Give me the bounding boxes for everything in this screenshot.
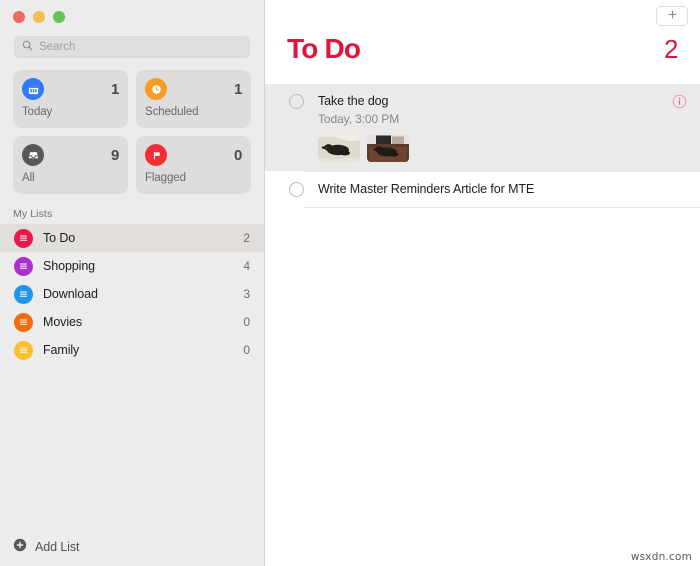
attachment-thumbnail[interactable] <box>318 135 360 163</box>
reminder-row[interactable]: Write Master Reminders Article for MTE <box>265 172 700 207</box>
list-item-count: 0 <box>243 315 250 329</box>
list-icon <box>14 256 33 276</box>
page-title: To Do <box>287 33 361 64</box>
plus-icon <box>667 7 678 25</box>
content-pane: To Do 2 Take the dog Today, 3:00 PM Writ… <box>265 0 700 566</box>
plus-circle-icon <box>13 538 27 557</box>
window-controls <box>0 0 264 30</box>
watermark: wsxdn.com <box>630 551 692 563</box>
smart-card-count: 1 <box>110 80 119 98</box>
smart-card-label: All <box>22 172 35 184</box>
content-header: To Do 2 <box>265 28 700 80</box>
reminder-count: 2 <box>664 34 678 64</box>
list-item-movies[interactable]: Movies 0 <box>0 308 264 336</box>
smart-card-top: 1 <box>145 78 242 100</box>
list-icon <box>14 284 33 304</box>
list-item-count: 4 <box>243 259 250 273</box>
smart-card-today[interactable]: 1 Today <box>13 70 128 128</box>
minimize-button[interactable] <box>33 11 45 23</box>
info-circle-icon[interactable] <box>672 94 688 110</box>
list-item-count: 0 <box>243 343 250 357</box>
smart-card-count: 9 <box>110 146 119 164</box>
add-list-button[interactable]: Add List <box>0 528 265 566</box>
reminder-body: Take the dog Today, 3:00 PM <box>318 93 672 163</box>
smart-card-label: Today <box>22 106 53 118</box>
content-toolbar <box>265 0 700 28</box>
add-list-label: Add List <box>35 540 80 554</box>
close-button[interactable] <box>13 11 25 23</box>
smart-card-flagged[interactable]: 0 Flagged <box>136 136 251 194</box>
list-item-label: To Do <box>43 231 76 245</box>
reminder-divider <box>304 207 700 209</box>
list-item-download[interactable]: Download 3 <box>0 280 264 308</box>
smart-card-count: 1 <box>233 80 242 98</box>
add-reminder-button[interactable] <box>656 6 688 26</box>
my-lists: To Do 2 Shopping 4 Download 3 Movies 0 F… <box>0 224 264 364</box>
reminders-list: Take the dog Today, 3:00 PM Write Master… <box>265 84 700 209</box>
reminder-title: Write Master Reminders Article for MTE <box>318 182 535 197</box>
reminders-window: 1 Today 1 Scheduled <box>0 0 700 566</box>
flag-icon <box>145 144 167 166</box>
smart-card-label: Scheduled <box>145 106 199 118</box>
list-icon <box>14 340 33 360</box>
my-lists-header: My Lists <box>13 208 53 220</box>
attachment-thumbnail[interactable] <box>367 135 409 163</box>
list-item-count: 2 <box>243 231 250 245</box>
smart-card-top: 9 <box>22 144 119 166</box>
smart-card-count: 0 <box>233 146 242 164</box>
search-icon <box>22 38 33 56</box>
smart-card-all[interactable]: 9 All <box>13 136 128 194</box>
reminder-due-date: Today, 3:00 PM <box>318 111 400 126</box>
search-field[interactable] <box>14 36 250 58</box>
list-item-label: Download <box>43 287 98 301</box>
smart-card-label: Flagged <box>145 172 186 184</box>
list-item-label: Family <box>43 343 80 357</box>
sidebar: 1 Today 1 Scheduled <box>0 0 265 566</box>
maximize-button[interactable] <box>53 11 65 23</box>
clock-icon <box>145 78 167 100</box>
smart-lists-grid: 1 Today 1 Scheduled 9 All 0 Flagged <box>0 58 264 194</box>
reminder-checkbox[interactable] <box>289 94 304 109</box>
reminder-body: Write Master Reminders Article for MTE <box>318 181 688 198</box>
list-icon <box>14 312 33 332</box>
smart-card-top: 1 <box>22 78 119 100</box>
smart-card-top: 0 <box>145 144 242 166</box>
reminder-title: Take the dog <box>318 94 389 108</box>
list-item-shopping[interactable]: Shopping 4 <box>0 252 264 280</box>
calendar-icon <box>22 78 44 100</box>
smart-card-scheduled[interactable]: 1 Scheduled <box>136 70 251 128</box>
list-item-to-do[interactable]: To Do 2 <box>0 224 264 252</box>
search-input[interactable] <box>39 37 242 57</box>
list-item-count: 3 <box>243 287 250 301</box>
reminder-attachments <box>318 135 672 163</box>
list-item-family[interactable]: Family 0 <box>0 336 264 364</box>
list-item-label: Movies <box>43 315 82 329</box>
list-item-label: Shopping <box>43 259 96 273</box>
search-container <box>0 30 264 58</box>
list-icon <box>14 228 33 248</box>
reminder-checkbox[interactable] <box>289 182 304 198</box>
reminder-row[interactable]: Take the dog Today, 3:00 PM <box>265 84 700 172</box>
inbox-icon <box>22 144 44 166</box>
